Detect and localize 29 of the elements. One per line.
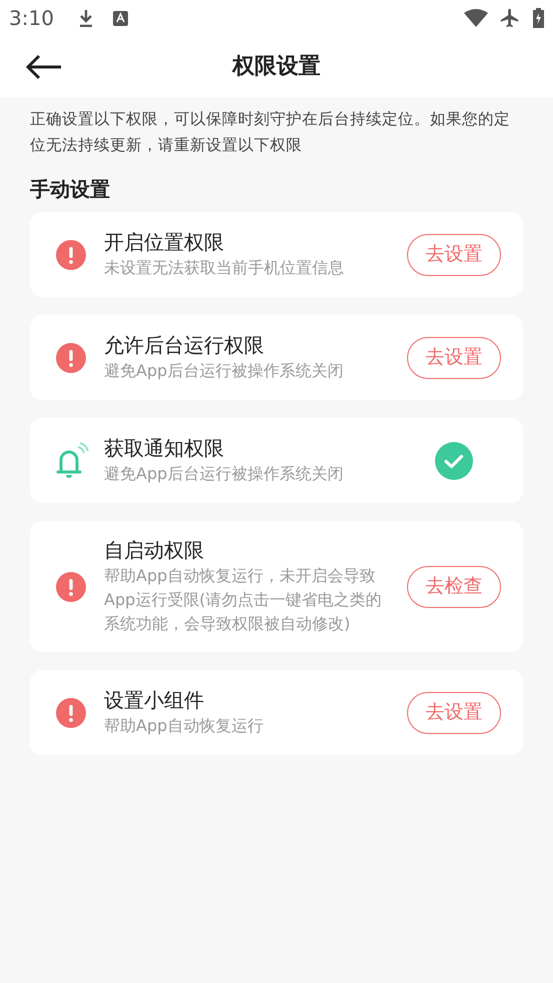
permission-title: 设置小组件 bbox=[104, 687, 205, 714]
permission-title: 获取通知权限 bbox=[104, 435, 225, 462]
warning-icon bbox=[56, 240, 86, 270]
action-button[interactable]: 去设置 bbox=[407, 336, 501, 378]
action-button[interactable]: 去设置 bbox=[407, 692, 501, 734]
permission-description: 帮助App自动恢复运行 bbox=[104, 715, 264, 737]
warning-icon bbox=[56, 572, 86, 602]
warning-icon bbox=[56, 342, 86, 372]
battery-charging-icon bbox=[533, 8, 544, 28]
permission-description: 避免App后台运行被操作系统关闭 bbox=[104, 463, 344, 485]
permission-title: 允许后台运行权限 bbox=[104, 332, 265, 359]
warning-icon bbox=[56, 698, 86, 728]
action-button[interactable]: 去检查 bbox=[407, 566, 501, 608]
back-arrow-icon[interactable] bbox=[26, 54, 62, 80]
action-button[interactable]: 去设置 bbox=[407, 234, 501, 276]
download-icon bbox=[78, 9, 94, 27]
check-icon bbox=[435, 442, 473, 480]
intro-text: 正确设置以下权限，可以保障时刻守护在后台持续定位。如果您的定位无法持续更新，请重新设置以下权限 bbox=[29, 109, 511, 156]
permission-description: 未设置无法获取当前手机位置信息 bbox=[104, 257, 345, 279]
wifi-icon bbox=[464, 9, 488, 27]
permission-title: 开启位置权限 bbox=[104, 229, 225, 256]
page-title: 权限设置 bbox=[232, 53, 320, 81]
permission-description: 避免App后台运行被操作系统关闭 bbox=[104, 360, 344, 382]
status-time: 3:10 bbox=[9, 5, 54, 32]
airplane-icon bbox=[499, 7, 521, 29]
permission-title: 自启动权限 bbox=[104, 537, 205, 564]
section-title: 手动设置 bbox=[29, 176, 111, 203]
permission-description: 帮助App自动恢复运行，未开启会导致App运行受限(请勿点击一键省电之类的系统功能，会导致权限被自动修改) bbox=[104, 565, 382, 635]
app-notification-icon bbox=[112, 10, 128, 26]
